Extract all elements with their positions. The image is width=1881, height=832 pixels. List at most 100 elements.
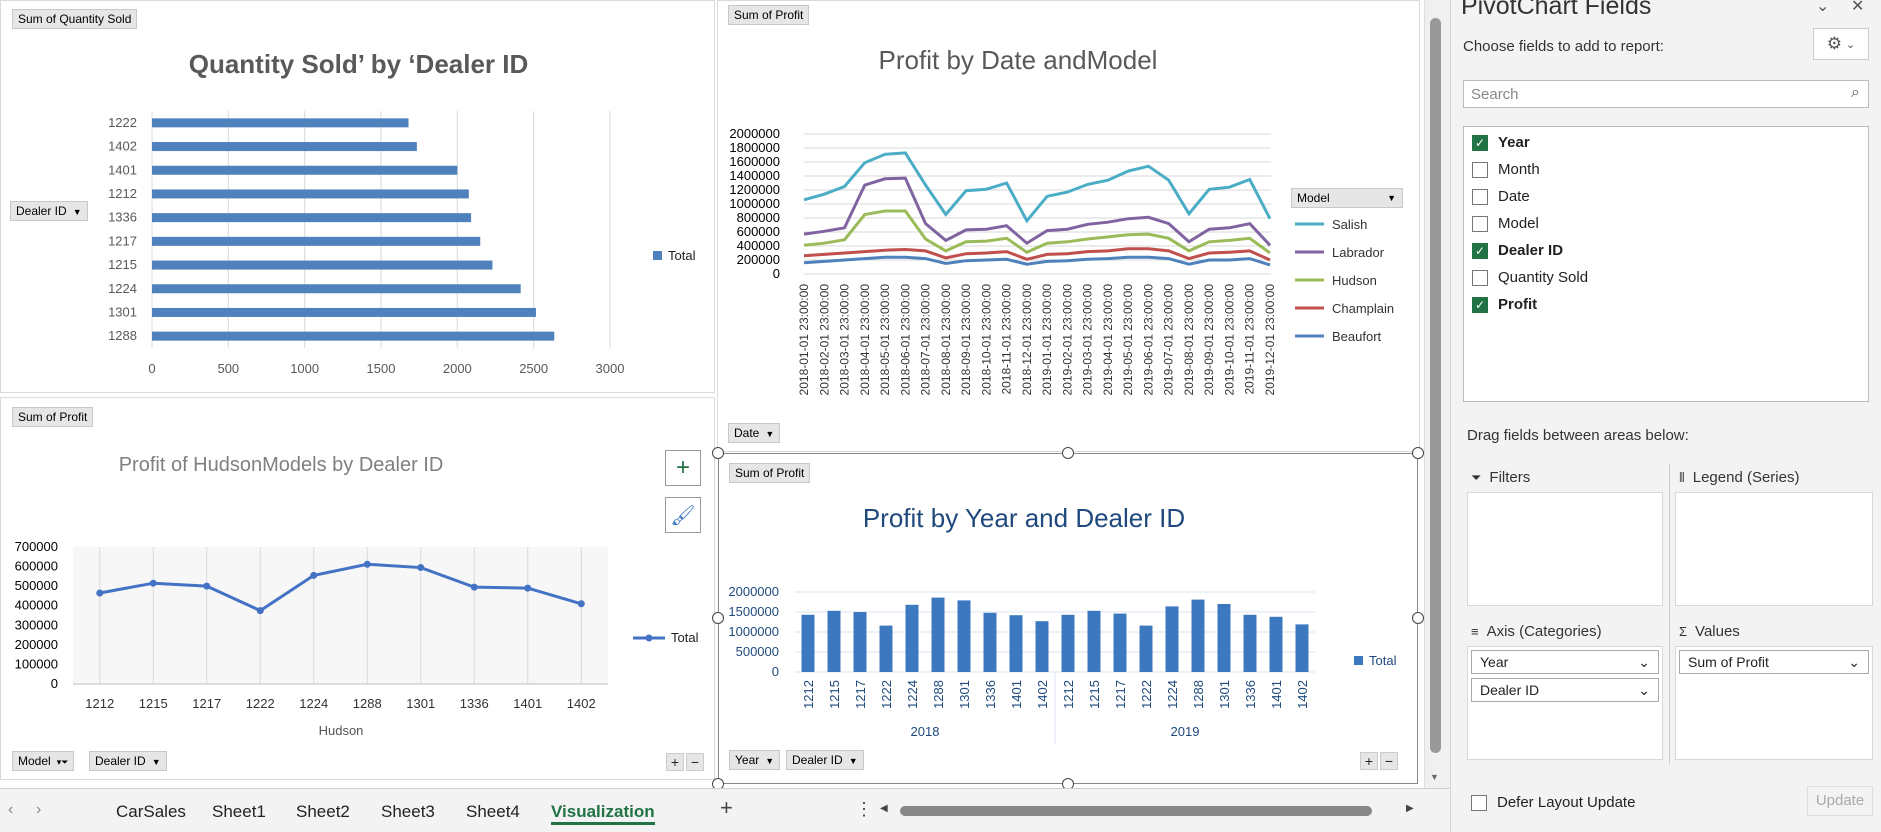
checkbox[interactable]: ✓ [1472,296,1488,313]
checkbox[interactable] [1471,794,1487,811]
chevron-down-icon: ⌄ [1846,38,1856,51]
field-item-profit[interactable]: ✓ Profit [1472,296,1537,313]
data-point [149,579,157,587]
x-tick-label: 1222 [246,696,275,711]
bar [152,236,481,246]
paintbrush-icon: 🖌 [670,504,696,527]
horizontal-scrollbar[interactable]: ◀ ▶ [880,803,1420,819]
year-axis-button[interactable]: Year ▼ [729,750,781,770]
chart-quantity-by-dealer[interactable]: Sum of Quantity Sold Quantity Sold’ by ‘… [0,0,715,393]
bar [1165,606,1179,672]
x-tick-label: 1336 [460,696,489,711]
y-tick-label: 800000 [737,210,780,225]
bar [1191,599,1205,672]
x-tick-label: 2018-10-01 23:00:00 [979,284,993,396]
bar [152,284,521,294]
scroll-thumb[interactable] [1430,18,1441,753]
update-button[interactable]: Update [1807,786,1873,816]
axis-button-label: Dealer ID [792,753,843,767]
collapse-field-button[interactable]: − [686,753,704,771]
dealer-id-axis-button[interactable]: Dealer ID ▼ [786,750,864,770]
bar [152,165,458,175]
field-item-year[interactable]: ✓ Year [1472,134,1530,151]
data-point [96,589,104,597]
x-tick-label: 1224 [299,696,328,711]
field-item-quantity-sold[interactable]: Quantity Sold [1472,269,1588,286]
bar [152,307,536,317]
filters-drop-area[interactable] [1467,492,1663,606]
y-tick-label: 600000 [737,224,780,239]
chart-profit-by-year-dealer[interactable]: Sum of Profit Profit by Year and Dealer … [718,453,1418,784]
checkbox[interactable]: ✓ [1472,242,1488,259]
chart-elements-button[interactable]: + [665,450,701,486]
checkbox[interactable] [1472,188,1488,205]
y-tick-label: 1400000 [729,168,780,183]
resize-handle[interactable] [712,612,724,624]
checkbox[interactable] [1472,215,1488,232]
field-item-model[interactable]: Model [1472,215,1539,232]
field-item-month[interactable]: Month [1472,161,1540,178]
field-item-date[interactable]: Date [1472,188,1530,205]
bar [152,260,493,270]
filter-button-label: Model [18,754,51,768]
expand-field-button[interactable]: + [666,753,684,771]
checkbox[interactable] [1472,161,1488,178]
series-line-salish [803,151,1272,224]
x-tick-label: 1301 [1217,680,1232,709]
resize-handle[interactable] [1412,447,1424,459]
checkbox[interactable]: ✓ [1472,134,1488,151]
y-tick-label: 1215 [108,257,137,272]
chart-profit-by-date-model[interactable]: Sum of Profit Profit by Date andModel Mo… [717,0,1420,452]
x-tick-label: 1215 [139,696,168,711]
chevron-down-icon[interactable]: ⌄ [1816,0,1829,16]
hudson-axis-label: Hudson [318,723,364,738]
tab-visualization[interactable]: Visualization [551,799,655,825]
bar [931,597,945,672]
vertical-scrollbar[interactable]: ▼ [1424,0,1450,788]
dealer-id-axis-button[interactable]: Dealer ID ▼ [89,751,167,771]
dropdown-arrow-icon: ▼ [848,756,858,766]
tab-sheet4[interactable]: Sheet4 [466,799,520,825]
resize-handle[interactable] [1412,612,1424,624]
value-field-sum-profit[interactable]: Sum of Profit ⌄ [1679,650,1869,674]
add-sheet-icon[interactable]: + [720,795,733,821]
x-tick-label: 2018-04-01 23:00:00 [858,284,872,396]
collapse-field-button[interactable]: − [1380,752,1398,770]
y-tick-label: 1401 [108,162,137,177]
checkbox[interactable] [1472,269,1488,286]
legend-total: Total [653,248,695,263]
tab-sheet2[interactable]: Sheet2 [296,799,350,825]
legend-label: Hudson [1332,273,1377,288]
search-input[interactable]: Search ⌕ [1463,80,1869,108]
tools-settings-button[interactable]: ⚙ ⌄ [1813,28,1869,60]
x-tick-label: 2019-11-01 23:00:00 [1243,284,1257,395]
axis-field-dealer-id[interactable]: Dealer ID ⌄ [1471,678,1659,702]
tab-next-icon[interactable]: › [36,801,41,819]
scroll-right-icon[interactable]: ▶ [1406,803,1414,814]
expand-field-button[interactable]: + [1360,752,1378,770]
bar [1113,613,1127,672]
tab-sheet1[interactable]: Sheet1 [212,799,266,825]
legend-drop-area[interactable] [1675,492,1873,606]
field-item-dealer-id[interactable]: ✓ Dealer ID [1472,242,1563,259]
close-icon[interactable]: ✕ [1851,0,1864,16]
tab-carsales[interactable]: CarSales [116,799,186,825]
scroll-left-icon[interactable]: ◀ [880,803,888,814]
scroll-thumb[interactable] [900,806,1372,816]
x-tick-label: 1212 [801,680,816,709]
resize-handle[interactable] [1062,447,1074,459]
pivotchart-fields-pane: PivotChart Fields ⌄ ✕ Choose fields to a… [1450,0,1881,832]
resize-handle[interactable] [712,447,724,459]
y-tick-label: 600000 [15,559,58,574]
more-options-icon[interactable]: ⋮ [855,799,873,820]
tab-prev-icon[interactable]: ‹ [8,801,13,819]
chart-styles-button[interactable]: 🖌 [665,497,701,533]
axis-field-year[interactable]: Year ⌄ [1471,650,1659,674]
chart-hudson-profit-by-dealer[interactable]: Sum of Profit Profit of HudsonModels by … [0,397,715,780]
scroll-down-icon[interactable]: ▼ [1430,772,1439,782]
defer-layout-checkbox[interactable]: Defer Layout Update [1471,794,1635,811]
model-filter-button[interactable]: Model ▾⏷ [12,751,75,771]
y-tick-label: 300000 [15,617,58,632]
field-label: Year [1498,134,1530,151]
tab-sheet3[interactable]: Sheet3 [381,799,435,825]
